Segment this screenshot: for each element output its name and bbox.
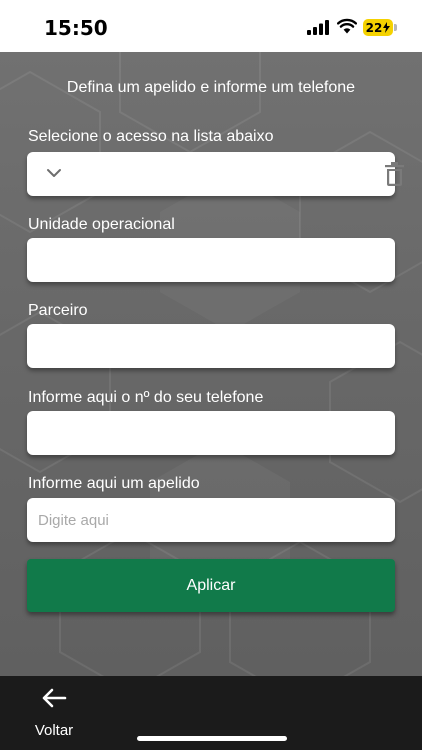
form-area: Defina um apelido e informe um telefone … (0, 52, 422, 676)
battery-level: 22 (365, 20, 383, 35)
unit-field[interactable] (27, 238, 395, 282)
apply-button[interactable]: Aplicar (27, 559, 395, 612)
partner-input[interactable] (27, 324, 395, 368)
unit-label: Unidade operacional (28, 216, 175, 233)
partner-label: Parceiro (28, 302, 88, 319)
phone-field[interactable] (27, 411, 395, 455)
phone-input[interactable] (27, 411, 395, 455)
arrow-left-icon[interactable] (41, 687, 67, 709)
status-time: 15:50 (44, 16, 108, 40)
unit-input[interactable] (27, 238, 395, 282)
battery-cap (394, 24, 397, 31)
home-indicator (137, 736, 287, 741)
back-label[interactable]: Voltar (26, 722, 82, 739)
nickname-label: Informe aqui um apelido (28, 475, 200, 492)
form-subtitle: Defina um apelido e informe um telefone (66, 79, 356, 96)
battery-charging-icon: 22 (363, 19, 393, 36)
back-button[interactable]: Voltar (26, 684, 82, 739)
charging-bolt-icon (383, 22, 391, 33)
trash-icon[interactable] (385, 162, 404, 186)
nickname-field[interactable] (27, 498, 395, 542)
access-select[interactable] (27, 152, 404, 196)
cellular-signal-icon (307, 20, 329, 35)
wifi-icon (337, 18, 357, 34)
nickname-input[interactable] (27, 498, 395, 542)
phone-label: Informe aqui o nº do seu telefone (28, 389, 264, 406)
chevron-down-icon[interactable] (46, 167, 62, 179)
status-bar: 15:50 22 (0, 0, 422, 52)
bottom-bar: Voltar (0, 676, 422, 750)
partner-field[interactable] (27, 324, 395, 368)
access-select-label: Selecione o acesso na lista abaixo (28, 128, 274, 145)
